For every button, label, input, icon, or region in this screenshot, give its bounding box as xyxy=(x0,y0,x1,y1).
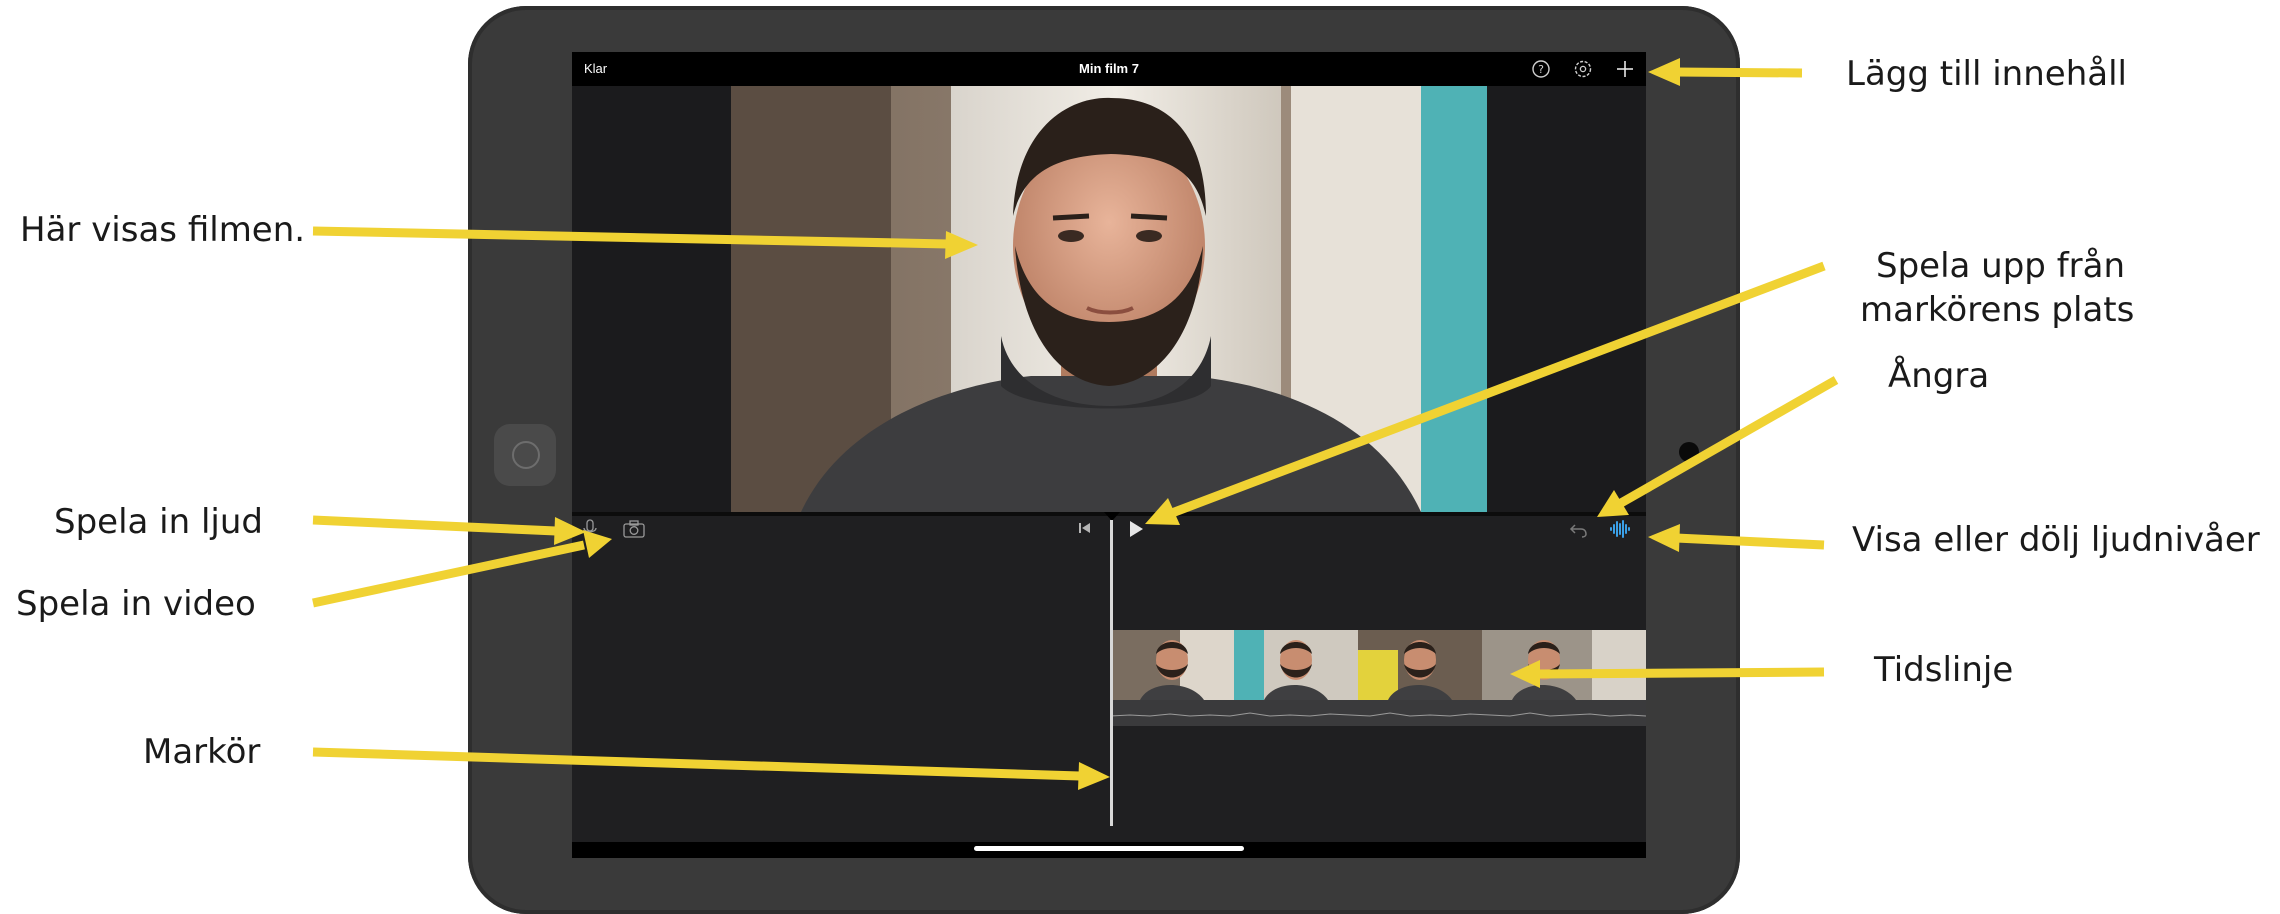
annotation-arrows xyxy=(312,58,1839,790)
arrow-movie-shown-head xyxy=(945,231,978,259)
arrow-timeline xyxy=(1537,667,1825,679)
arrow-cursor-head xyxy=(1078,762,1110,790)
label-cursor: Markör xyxy=(143,732,261,772)
label-movie-shown: Här visas filmen. xyxy=(20,210,306,250)
arrow-audio-levels xyxy=(1675,533,1825,550)
arrow-record-video-head xyxy=(583,530,612,558)
arrow-audio-levels-head xyxy=(1648,524,1680,552)
arrow-timeline-head xyxy=(1510,660,1540,688)
label-undo: Ångra xyxy=(1888,356,1990,396)
arrow-undo xyxy=(1618,376,1839,507)
label-play-from-cursor-line1: Spela upp från xyxy=(1876,246,2126,286)
arrow-record-audio-head xyxy=(554,517,586,545)
arrow-record-audio xyxy=(312,515,557,536)
arrow-record-video xyxy=(312,540,585,608)
label-timeline: Tidslinje xyxy=(1874,650,2014,690)
arrow-add-content-head xyxy=(1648,58,1680,86)
arrow-add-content xyxy=(1675,67,1803,78)
label-record-audio: Spela in ljud xyxy=(54,502,263,542)
arrow-play-from-cursor xyxy=(1170,261,1826,518)
label-record-video: Spela in video xyxy=(16,584,256,624)
arrow-movie-shown xyxy=(312,226,949,249)
label-audio-levels: Visa eller dölj ljudnivåer xyxy=(1852,520,2260,560)
label-play-from-cursor-line2: markörens plats xyxy=(1860,290,2135,330)
label-add-content: Lägg till innehåll xyxy=(1846,54,2127,94)
arrow-cursor xyxy=(312,747,1081,781)
